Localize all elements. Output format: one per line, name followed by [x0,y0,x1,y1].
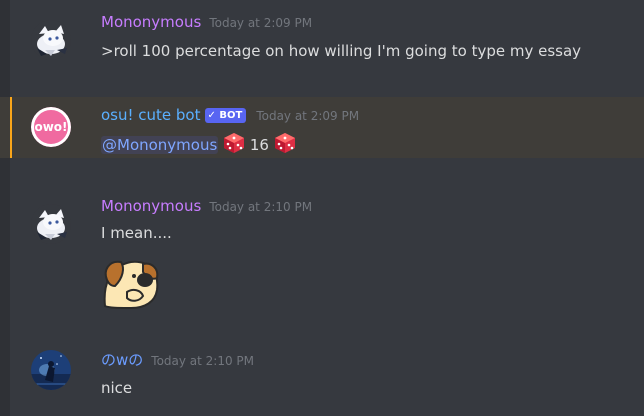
anime-girl-avatar-icon [31,204,71,244]
username[interactable]: のwの [101,351,143,369]
username[interactable]: Mononymous [101,13,201,31]
message-4: のwの Today at 2:10 PM nice [0,330,644,416]
timestamp: Today at 2:09 PM [256,109,360,123]
roll-value: 16 [249,136,269,154]
game-die-icon [274,133,295,153]
bot-avatar[interactable]: owo! [31,107,71,147]
timestamp: Today at 2:09 PM [209,16,313,30]
night-scene-avatar-icon [31,350,71,390]
message-header: Mononymous Today at 2:09 PM [101,12,312,33]
message-text: >roll 100 percentage on how willing I'm … [101,42,582,60]
dog-emoji-icon[interactable] [101,256,161,310]
message-1: Mononymous Today at 2:09 PM >roll 100 per… [0,0,644,80]
message-header: Mononymous Today at 2:10 PM [101,196,312,217]
anime-girl-avatar-icon [31,20,71,60]
timestamp: Today at 2:10 PM [151,354,255,368]
avatar[interactable] [31,20,71,60]
avatar[interactable] [31,350,71,390]
message-header: osu! cute bot ✓ BOT Today at 2:09 PM [101,105,359,126]
chat-messages: Mononymous Today at 2:09 PM >roll 100 per… [0,0,644,416]
username[interactable]: Mononymous [101,197,201,215]
message-header: のwの Today at 2:10 PM [101,350,254,371]
message-text: I mean.... [101,224,172,242]
user-mention[interactable]: @Mononymous [101,136,219,154]
bot-avatar-text: owo! [34,120,68,134]
username[interactable]: osu! cute bot [101,106,201,124]
message-text: nice [101,379,133,397]
message-text: @Mononymous 16 [101,132,296,156]
message-3: Mononymous Today at 2:10 PM I mean.... [0,180,644,320]
avatar[interactable] [31,204,71,244]
game-die-icon [224,133,245,153]
timestamp: Today at 2:10 PM [209,200,313,214]
bot-badge: ✓ BOT [204,108,247,123]
message-2: owo! osu! cute bot ✓ BOT Today at 2:09 PM … [0,97,644,158]
